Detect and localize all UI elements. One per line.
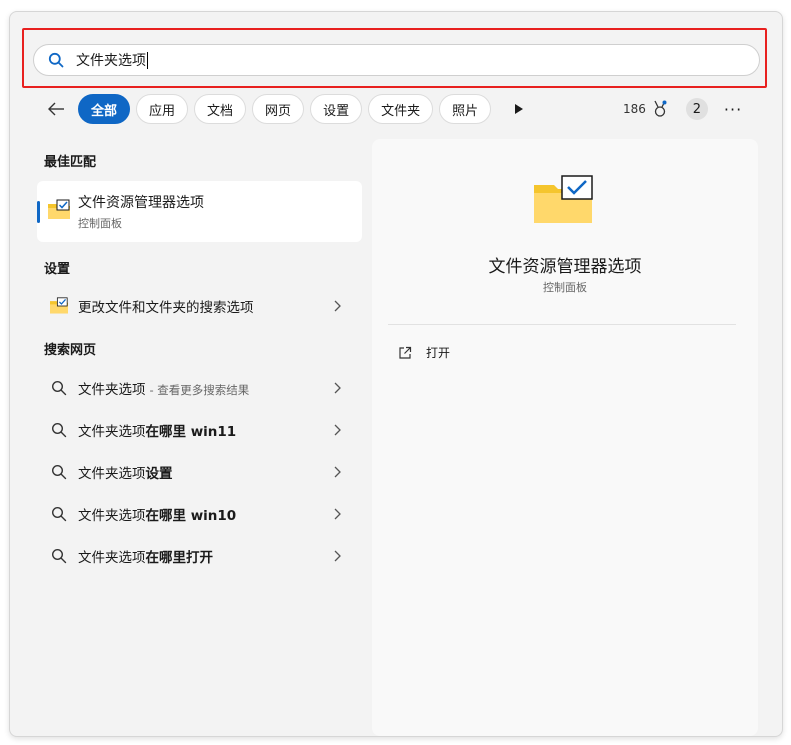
chevron-right-icon	[334, 424, 341, 436]
preview-pane: 文件资源管理器选项 控制面板 打开	[372, 139, 758, 736]
web-result-item[interactable]: 文件夹选项在哪里打开	[36, 538, 362, 574]
open-action-label: 打开	[426, 346, 451, 360]
web-result-item[interactable]: 文件夹选项 - 查看更多搜索结果	[36, 370, 362, 406]
best-match-item[interactable]: 文件资源管理器选项 控制面板	[37, 181, 362, 242]
chevron-right-icon	[334, 300, 341, 312]
web-result-label: 文件夹选项在哪里打开	[78, 550, 213, 566]
web-result-label: 文件夹选项在哪里 win11	[78, 424, 237, 440]
section-web-search: 搜索网页	[44, 343, 97, 358]
more-filters-button[interactable]	[505, 94, 533, 124]
chevron-right-icon	[334, 382, 341, 394]
filter-web[interactable]: 网页	[252, 94, 305, 124]
filter-settings[interactable]: 设置	[310, 94, 363, 124]
web-result-label: 文件夹选项设置	[78, 466, 173, 482]
filter-photos[interactable]: 照片	[439, 94, 492, 124]
back-arrow-icon	[48, 102, 64, 116]
section-best-match: 最佳匹配	[44, 155, 97, 170]
filter-all[interactable]: 全部	[78, 94, 131, 124]
open-action-button[interactable]: 打开	[398, 344, 450, 361]
filter-bar: 全部 应用 文档 网页 设置 文件夹 照片	[40, 93, 533, 125]
best-match-subtitle: 控制面板	[78, 217, 122, 230]
section-settings: 设置	[44, 262, 71, 277]
search-icon	[49, 506, 69, 522]
web-result-label: 文件夹选项在哪里 win10	[78, 508, 237, 524]
filter-folders[interactable]: 文件夹	[368, 94, 434, 124]
folder-options-icon	[534, 175, 593, 223]
folder-options-icon	[48, 199, 70, 219]
back-button[interactable]	[40, 93, 72, 125]
filter-documents[interactable]: 文档	[194, 94, 247, 124]
rewards-medal-icon[interactable]	[652, 100, 668, 118]
chevron-right-icon	[334, 550, 341, 562]
divider	[388, 324, 736, 325]
best-match-title: 文件资源管理器选项	[78, 195, 204, 211]
folder-options-icon	[49, 297, 69, 315]
toolbar-right: 186 2 ···	[623, 95, 742, 123]
search-icon	[48, 52, 64, 68]
chevron-right-icon	[334, 508, 341, 520]
preview-subtitle: 控制面板	[543, 281, 587, 294]
search-icon	[49, 422, 69, 438]
web-result-item[interactable]: 文件夹选项设置	[36, 454, 362, 490]
settings-item-search-options[interactable]: 更改文件和文件夹的搜索选项	[36, 288, 362, 324]
text-caret	[147, 51, 148, 69]
search-query[interactable]: 文件夹选项	[76, 50, 146, 70]
rewards-points[interactable]: 186	[623, 102, 646, 116]
search-icon	[49, 380, 69, 396]
profile-badge[interactable]: 2	[685, 98, 708, 120]
more-options-button[interactable]: ···	[724, 100, 742, 119]
play-icon	[515, 104, 524, 114]
web-result-label: 文件夹选项 - 查看更多搜索结果	[78, 382, 250, 398]
chevron-right-icon	[334, 466, 341, 478]
web-result-item[interactable]: 文件夹选项在哪里 win10	[36, 496, 362, 532]
settings-item-label: 更改文件和文件夹的搜索选项	[78, 300, 254, 316]
selection-indicator	[37, 201, 40, 223]
open-external-icon	[399, 346, 412, 359]
web-result-item[interactable]: 文件夹选项在哪里 win11	[36, 412, 362, 448]
filter-apps[interactable]: 应用	[136, 94, 189, 124]
preview-title: 文件资源管理器选项	[488, 257, 642, 277]
search-icon	[49, 548, 69, 564]
search-input[interactable]: 文件夹选项	[33, 44, 760, 76]
search-icon	[49, 464, 69, 480]
